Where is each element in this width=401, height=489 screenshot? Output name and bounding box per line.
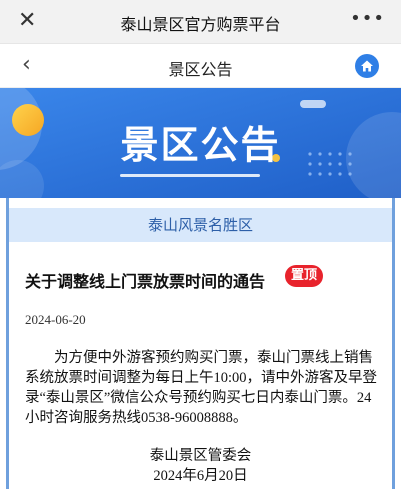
- page-nav: ‹ 景区公告: [0, 44, 401, 88]
- notice-body: 为方便中外游客预约购买门票，泰山门票线上销售系统放票时间调整为每日上午10:00…: [25, 350, 378, 426]
- signature-organization: 泰山景区管委会: [149, 448, 252, 464]
- notice-title: 关于调整线上门票放票时间的通告: [25, 272, 266, 291]
- home-icon: [361, 60, 373, 72]
- scenic-area-label: 泰山风景名胜区: [9, 208, 392, 242]
- pinned-badge: 置顶: [285, 265, 324, 287]
- app-titlebar: ✕ 泰山景区官方购票平台 •••: [0, 0, 401, 44]
- banner-title: 景区公告: [120, 123, 281, 167]
- notice-date: 2024-06-20: [25, 312, 86, 327]
- more-icon[interactable]: •••: [350, 8, 385, 29]
- page-title: 景区公告: [168, 60, 233, 79]
- banner-underline: [120, 174, 260, 177]
- notice-card: 泰山风景名胜区 关于调整线上门票放票时间的通告 置顶 2024-06-20 为方…: [6, 198, 395, 489]
- home-button[interactable]: [355, 54, 379, 78]
- signature-date: 2024年6月20日: [153, 468, 248, 484]
- app-title: 泰山景区官方购票平台: [120, 15, 281, 34]
- announcement-banner: 景区公告: [0, 88, 401, 198]
